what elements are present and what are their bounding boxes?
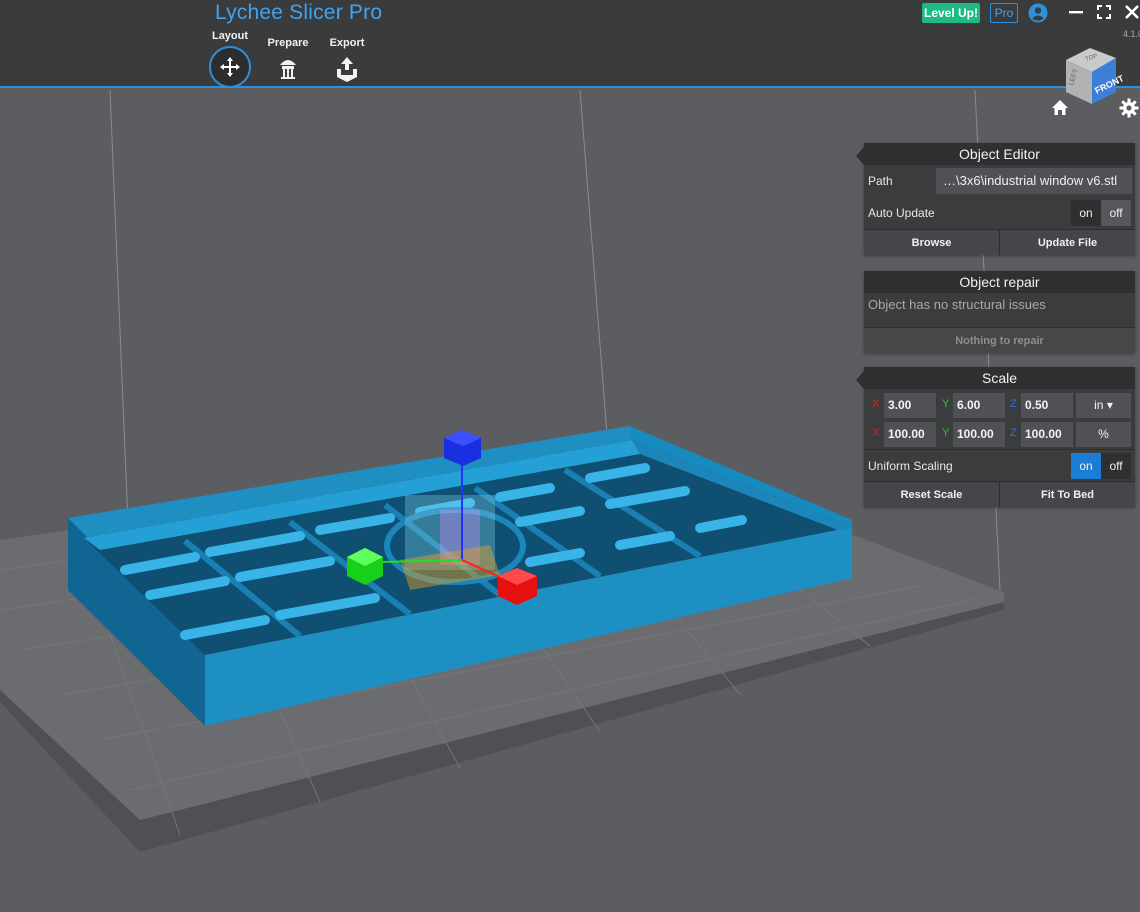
scale-buttons: Reset Scale Fit To Bed — [864, 481, 1135, 507]
scale-title: Scale — [864, 367, 1135, 389]
auto-update-label: Auto Update — [868, 206, 935, 220]
close-icon[interactable] — [1124, 4, 1140, 20]
update-file-button[interactable]: Update File — [999, 230, 1135, 255]
scale-panel: Scale X 3.00 Y 6.00 Z 0.50 in ▾ X 100.00… — [856, 367, 1135, 507]
z-axis-label: Z — [1010, 398, 1017, 410]
tab-prepare[interactable]: Prepare — [258, 37, 318, 83]
reset-scale-button[interactable]: Reset Scale — [864, 482, 999, 507]
unit-select[interactable]: in ▾ — [1076, 393, 1131, 418]
z-percent-axis-label: Z — [1010, 427, 1017, 439]
app-title: Lychee Slicer Pro — [215, 1, 383, 24]
scale-grid: X 3.00 Y 6.00 Z 0.50 in ▾ X 100.00 Y 100… — [864, 389, 1135, 449]
path-row: Path …\3x6\industrial window v6.stl — [864, 165, 1135, 197]
uniform-scaling-label: Uniform Scaling — [868, 459, 953, 473]
fit-to-bed-button[interactable]: Fit To Bed — [999, 482, 1135, 507]
repair-message: Object has no structural issues — [864, 293, 1135, 327]
move-arrows-icon — [220, 57, 240, 77]
y-percent-axis-label: Y — [942, 427, 950, 439]
export-icon — [337, 57, 357, 82]
minimize-icon[interactable] — [1068, 4, 1084, 20]
scale-y-percent-input[interactable]: 100.00 — [953, 422, 1005, 447]
auto-update-off[interactable]: off — [1101, 200, 1131, 226]
percent-unit-label: % — [1076, 422, 1131, 447]
scale-z-input[interactable]: 0.50 — [1021, 393, 1073, 418]
version-label: 4.1.0 — [1123, 29, 1140, 39]
pro-badge[interactable]: Pro — [990, 3, 1018, 23]
uniform-scaling-toggle[interactable]: on off — [1071, 453, 1131, 479]
uniform-scaling-off[interactable]: off — [1101, 453, 1131, 479]
tab-layout-label: Layout — [211, 30, 249, 42]
scale-z-percent-input[interactable]: 100.00 — [1021, 422, 1073, 447]
home-icon[interactable] — [1051, 99, 1069, 117]
object-editor-title: Object Editor — [864, 143, 1135, 165]
tab-layout[interactable]: Layout — [200, 30, 260, 44]
x-percent-axis-label: X — [872, 427, 880, 439]
x-axis-label: X — [872, 398, 880, 410]
maximize-icon[interactable] — [1096, 4, 1112, 20]
tab-export-label: Export — [329, 37, 365, 49]
auto-update-row: Auto Update on off — [864, 197, 1135, 229]
object-repair-title: Object repair — [864, 271, 1135, 293]
path-label: Path — [868, 174, 893, 188]
user-account-icon[interactable] — [1028, 3, 1048, 23]
auto-update-toggle[interactable]: on off — [1071, 200, 1131, 226]
object-editor-buttons: Browse Update File — [864, 229, 1135, 255]
object-repair-panel: Object repair Object has no structural i… — [864, 271, 1135, 353]
path-field[interactable]: …\3x6\industrial window v6.stl — [936, 168, 1132, 194]
auto-update-on[interactable]: on — [1071, 200, 1101, 226]
tab-prepare-label: Prepare — [267, 37, 309, 49]
panel-pointer — [856, 371, 864, 389]
tab-export[interactable]: Export — [317, 37, 377, 83]
browse-button[interactable]: Browse — [864, 230, 999, 255]
level-up-button[interactable]: Level Up! — [922, 3, 980, 23]
supports-icon — [280, 60, 296, 79]
layout-mode-button[interactable] — [209, 46, 251, 88]
scale-x-percent-input[interactable]: 100.00 — [884, 422, 936, 447]
top-bar: Lychee Slicer Pro Layout Prepare Export … — [0, 0, 1140, 88]
gear-icon[interactable] — [1119, 98, 1139, 118]
nothing-to-repair-button[interactable]: Nothing to repair — [864, 327, 1135, 353]
scale-y-input[interactable]: 6.00 — [953, 393, 1005, 418]
scale-x-input[interactable]: 3.00 — [884, 393, 936, 418]
uniform-scaling-on[interactable]: on — [1071, 453, 1101, 479]
uniform-scaling-row: Uniform Scaling on off — [864, 449, 1135, 481]
object-editor-panel: Object Editor Path …\3x6\industrial wind… — [856, 143, 1135, 255]
panel-pointer — [856, 147, 864, 165]
y-axis-label: Y — [942, 398, 950, 410]
